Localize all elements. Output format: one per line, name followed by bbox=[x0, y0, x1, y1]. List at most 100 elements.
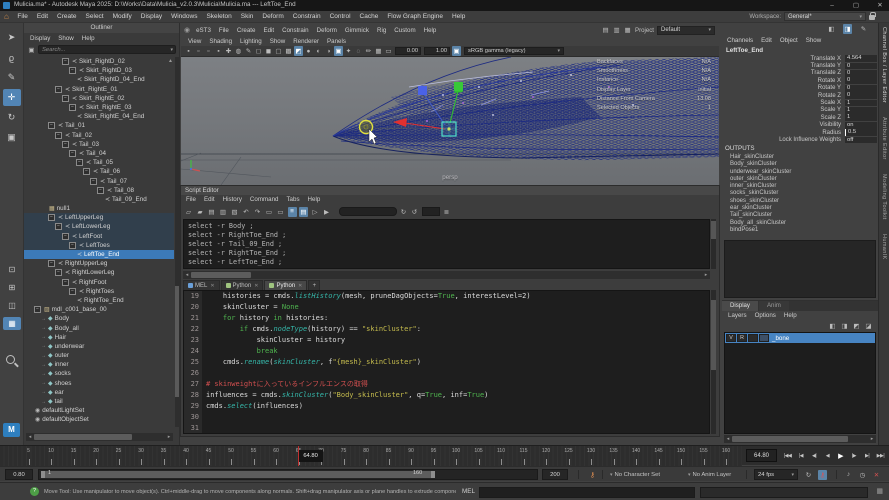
outliner-item-rightfoot[interactable]: −≺RightFoot bbox=[24, 278, 174, 287]
panel-menu-item-help[interactable]: Help bbox=[420, 27, 441, 34]
attribute-value-field[interactable]: 0 bbox=[845, 63, 877, 70]
channel-box-menu-item-channels[interactable]: Channels bbox=[723, 37, 757, 44]
mute-icon[interactable]: ✕ bbox=[872, 470, 881, 480]
history-horizontal-scrollbar[interactable]: ◂ ▸ bbox=[183, 271, 710, 279]
outliner-item-tail-03[interactable]: −≺Tail_03 bbox=[24, 140, 174, 149]
main-menu-item-cache[interactable]: Cache bbox=[355, 13, 383, 20]
search-prev-icon[interactable]: ↺ bbox=[410, 207, 419, 217]
main-menu-item-help[interactable]: Help bbox=[447, 13, 469, 20]
outliner-item-underwear[interactable]: →◆underwear bbox=[24, 342, 174, 351]
workspace-dropdown[interactable]: General*▾ bbox=[784, 12, 866, 21]
previous-key-button[interactable]: |◀ bbox=[794, 453, 807, 459]
audio-icon[interactable]: ♪ bbox=[844, 470, 853, 480]
outliner-vertical-scrollbar[interactable] bbox=[175, 57, 179, 427]
minimize-button[interactable]: – bbox=[823, 0, 841, 11]
animation-end-field[interactable]: 200 bbox=[542, 469, 568, 480]
execute-all-icon[interactable]: ▷ bbox=[311, 207, 320, 217]
outliner-item-rightupperleg[interactable]: −≺RightUpperLeg bbox=[24, 259, 174, 268]
execute-icon[interactable]: ▶ bbox=[322, 207, 331, 217]
layout-single-pane-icon[interactable]: ⊡ bbox=[3, 263, 21, 276]
current-time-field[interactable]: 64.80 bbox=[746, 449, 777, 462]
outliner-item-skirt-rightd-03[interactable]: −≺Skirt_RightD_03 bbox=[24, 66, 174, 75]
move-layer-down-icon[interactable]: ◨ bbox=[840, 321, 849, 331]
expander-icon[interactable]: − bbox=[62, 58, 69, 65]
outliner-item-null1[interactable]: ▦null1 bbox=[24, 204, 174, 213]
redo-icon[interactable]: ↷ bbox=[253, 207, 262, 217]
scroll-left-icon[interactable]: ◂ bbox=[26, 434, 34, 440]
layer-color-swatch[interactable] bbox=[759, 334, 769, 342]
outliner-item-skirt-rightd-02[interactable]: −≺Skirt_RightD_02 bbox=[24, 57, 174, 66]
render-view-icon[interactable]: ▤ bbox=[601, 25, 610, 35]
rotate-tool-icon[interactable]: ↻ bbox=[3, 109, 21, 126]
expander-icon[interactable]: − bbox=[83, 168, 90, 175]
outliner-item-skirt-righte-01[interactable]: −≺Skirt_RightE_01 bbox=[24, 85, 174, 94]
outliner-item-body-all[interactable]: →◆Body_all bbox=[24, 323, 174, 332]
output-node-underwear-skincluster[interactable]: underwear_skinCluster bbox=[722, 169, 878, 176]
outliner-item-ear[interactable]: →◆ear bbox=[24, 388, 174, 397]
outliner-item-tail-09-end[interactable]: ≺Tail_09_End bbox=[24, 195, 174, 204]
step-back-button[interactable]: ◀| bbox=[808, 453, 821, 459]
magnifier-icon[interactable] bbox=[6, 355, 15, 364]
wireframe-icon[interactable]: ◻ bbox=[254, 46, 263, 56]
animation-prefs-icon[interactable]: ◷ bbox=[858, 470, 867, 480]
xray-icon[interactable]: ◍ bbox=[234, 46, 243, 56]
main-menu-item-skin[interactable]: Skin bbox=[236, 13, 258, 20]
outliner-item-skirt-righte-03[interactable]: −≺Skirt_RightE_03 bbox=[24, 103, 174, 112]
script-editor-menu-item-help[interactable]: Help bbox=[304, 196, 325, 203]
lasso-select-tool-icon[interactable]: ϱ bbox=[3, 49, 21, 66]
sidebar-tab-attribute-editor[interactable]: Attribute Editor bbox=[881, 117, 887, 160]
attribute-value-field[interactable]: 0 bbox=[845, 92, 877, 99]
viewport-menu-item-shading[interactable]: Shading bbox=[205, 38, 236, 45]
panel-menu-item-constrain[interactable]: Constrain bbox=[278, 27, 312, 34]
show-line-numbers-icon[interactable]: ≡ bbox=[288, 207, 297, 217]
close-icon[interactable]: ✕ bbox=[210, 283, 214, 289]
tool-settings-toggle-icon[interactable]: ◨ bbox=[843, 24, 852, 34]
outliner-item-rightlowerleg[interactable]: −≺RightLowerLeg bbox=[24, 268, 174, 277]
new-tab-icon[interactable]: ▧ bbox=[230, 207, 239, 217]
layer-display-type-toggle[interactable]: R bbox=[737, 334, 747, 342]
command-completion-icon[interactable]: ▤ bbox=[299, 207, 308, 217]
main-menu-item-edit[interactable]: Edit bbox=[32, 13, 52, 20]
hud-toggle-icon[interactable]: ▭ bbox=[384, 46, 393, 56]
new-tab-button[interactable]: + bbox=[308, 280, 320, 290]
outliner-item-outer[interactable]: →◆outer bbox=[24, 351, 174, 360]
channel-box-menu-item-show[interactable]: Show bbox=[802, 37, 825, 44]
panel-menu-item-rig[interactable]: Rig bbox=[373, 27, 390, 34]
attribute-value-field[interactable]: 0 bbox=[845, 77, 877, 84]
tab-display[interactable]: Display bbox=[722, 301, 758, 311]
outliner-item-leftlowerleg[interactable]: −≺LeftLowerLeg bbox=[24, 222, 174, 231]
panel-menu-item-custom[interactable]: Custom bbox=[390, 27, 419, 34]
script-editor-menu-item-edit[interactable]: Edit bbox=[200, 196, 219, 203]
outliner-item-defaultlightset[interactable]: ◉defaultLightSet bbox=[24, 406, 174, 415]
main-menu-item-skeleton[interactable]: Skeleton bbox=[202, 13, 236, 20]
layer-visibility-toggle[interactable]: V bbox=[726, 334, 736, 342]
layout-four-pane-icon[interactable]: ⊞ bbox=[3, 281, 21, 294]
layer-menu-item-layers[interactable]: Layers bbox=[724, 312, 751, 319]
color-management-icon[interactable]: ▣ bbox=[452, 46, 461, 56]
expander-icon[interactable]: − bbox=[34, 306, 41, 313]
step-forward-button[interactable]: |▶ bbox=[847, 453, 860, 459]
expander-icon[interactable]: − bbox=[55, 86, 62, 93]
outliner-item-skirt-rightd-04-end[interactable]: ≺Skirt_RightD_04_End bbox=[24, 75, 174, 84]
scroll-up-icon[interactable]: ▲ bbox=[168, 58, 173, 64]
joint-xray-icon[interactable]: ✚ bbox=[224, 46, 233, 56]
expander-icon[interactable]: − bbox=[62, 141, 69, 148]
sidebar-tab-humanik[interactable]: HumanIK bbox=[881, 234, 887, 260]
output-node-hair-skincluster[interactable]: Hair_skinCluster bbox=[722, 154, 878, 161]
expander-icon[interactable]: − bbox=[90, 178, 97, 185]
main-menu-item-constrain[interactable]: Constrain bbox=[288, 13, 325, 20]
view-transform-dropdown[interactable]: sRGB gamma (legacy)▾ bbox=[464, 47, 564, 55]
echo-all-commands-icon[interactable]: ≣ bbox=[442, 207, 451, 217]
clear-history-icon[interactable]: ▭ bbox=[276, 207, 285, 217]
history-vertical-scrollbar[interactable] bbox=[711, 219, 716, 269]
script-editor-menu-item-history[interactable]: History bbox=[219, 196, 246, 203]
outliner-item-defaultobjectset[interactable]: ◉defaultObjectSet bbox=[24, 415, 174, 424]
lock-camera-icon[interactable]: ▪ bbox=[184, 46, 193, 56]
fps-dropdown[interactable]: 24 fps▾ bbox=[754, 469, 798, 480]
clear-input-icon[interactable]: ▭ bbox=[265, 207, 274, 217]
viewport-menu-item-show[interactable]: Show bbox=[266, 38, 289, 45]
output-node-outer-skincluster[interactable]: outer_skinCluster bbox=[722, 176, 878, 183]
paint-select-tool-icon[interactable]: ✎ bbox=[3, 69, 21, 86]
expander-icon[interactable]: − bbox=[62, 233, 69, 240]
output-node-body-skincluster[interactable]: Body_skinCluster bbox=[722, 161, 878, 168]
